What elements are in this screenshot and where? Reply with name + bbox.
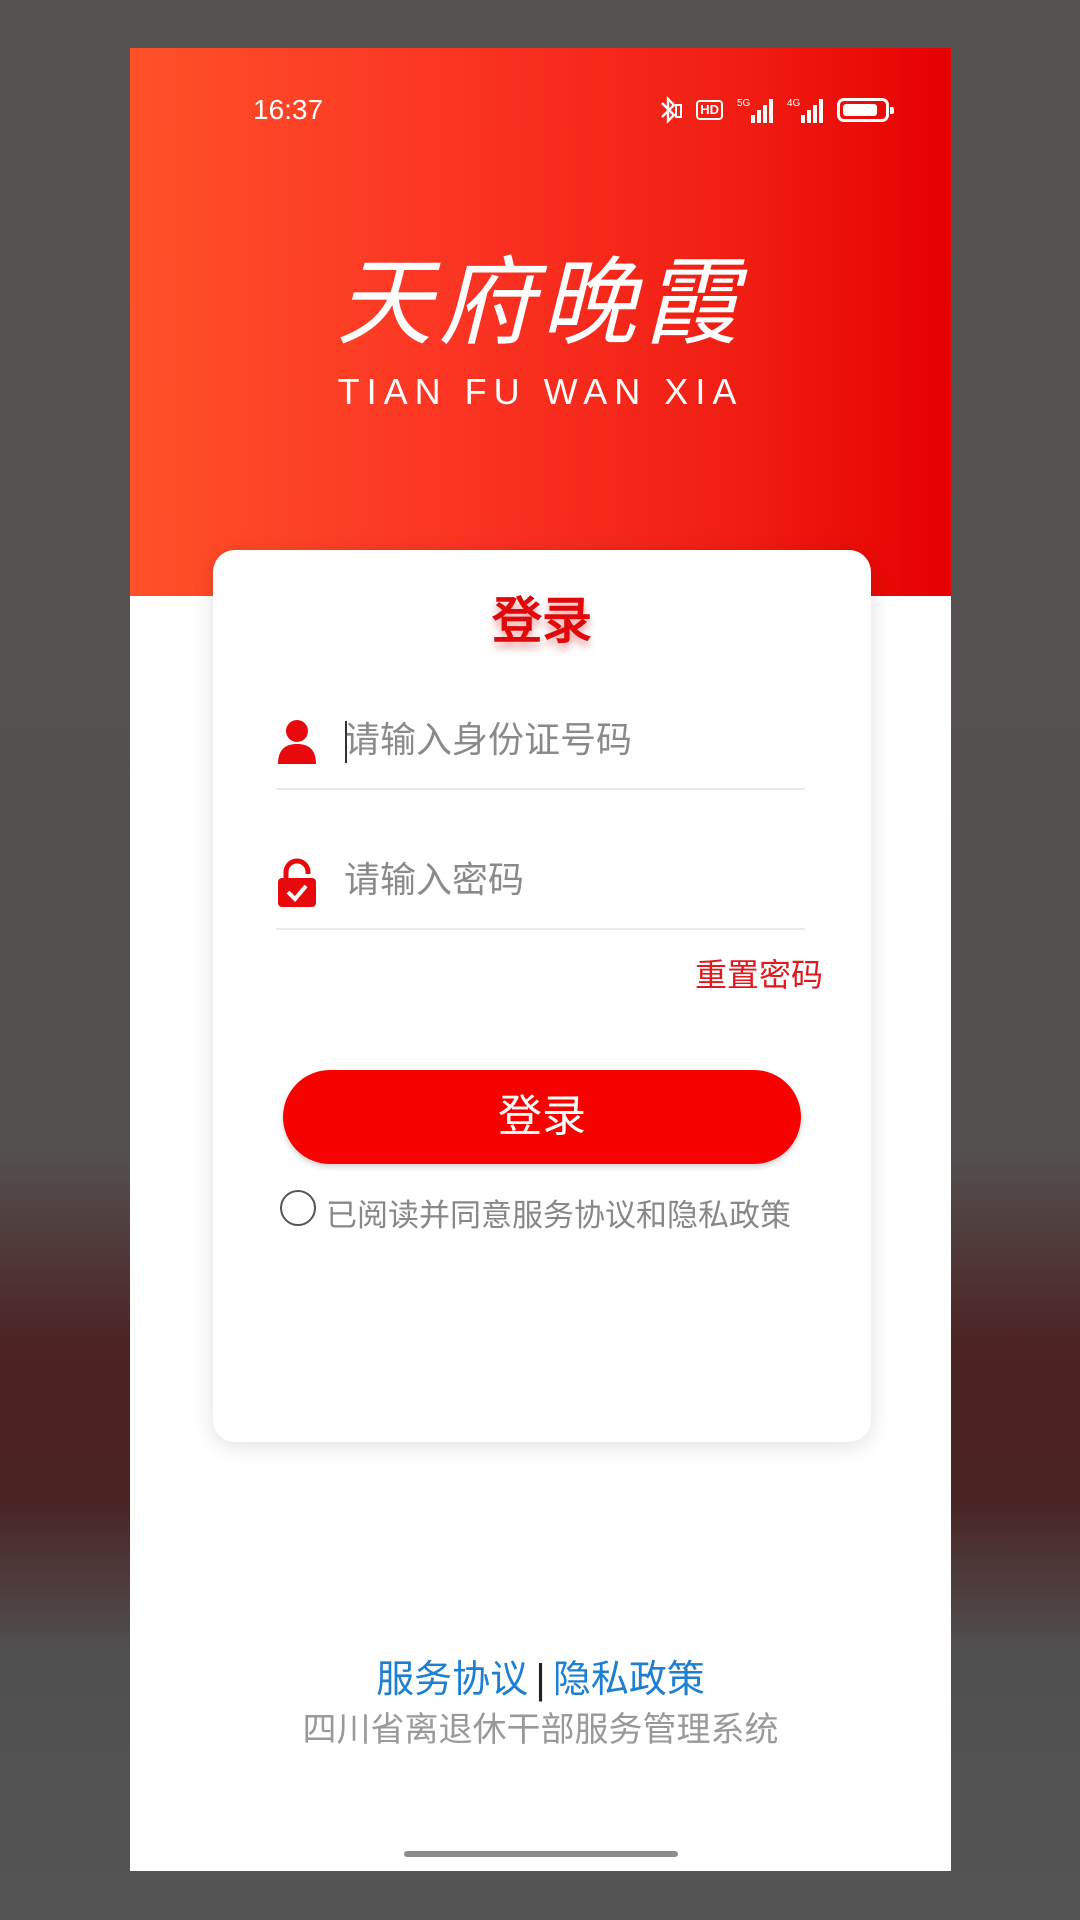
lock-icon [276, 858, 318, 907]
status-icons: HD 5G 4G [656, 92, 894, 128]
status-time: 16:37 [253, 94, 324, 125]
user-icon [276, 718, 318, 766]
text-cursor [345, 721, 347, 763]
agreement-text: 已阅读并同意服务协议和隐私政策 [326, 1198, 791, 1234]
service-agreement-link[interactable]: 服务协议 [376, 1657, 528, 1701]
brand-logo-english: TIAN FU WAN XIA [337, 371, 744, 412]
app-screen: 16:37 HD 5G 4G 天府晚霞 TIAN FU WAN XIA 登录 请… [130, 48, 951, 1871]
login-card: 登录 重置密码 登录 [213, 550, 871, 1442]
status-bar: 16:37 HD 5G 4G [130, 86, 951, 134]
signal-5g-icon: 5G [737, 97, 773, 123]
home-indicator[interactable] [404, 1851, 678, 1857]
bluetooth-icon [656, 95, 683, 125]
agreement-row: 已阅读并同意服务协议和隐私政策 [280, 1186, 791, 1234]
reset-password-link[interactable]: 重置密码 [695, 954, 823, 996]
battery-icon [837, 98, 894, 122]
svg-text:5G: 5G [737, 98, 751, 109]
login-button[interactable]: 登录 [283, 1070, 801, 1164]
organization-name: 四川省离退休干部服务管理系统 [302, 1710, 779, 1750]
brand-logo-chinese: 天府晚霞 [336, 247, 745, 359]
password-field [276, 840, 805, 930]
agreement-checkbox[interactable] [280, 1190, 316, 1226]
password-input[interactable] [344, 852, 794, 908]
id-number-field [276, 700, 805, 790]
id-number-input[interactable] [344, 712, 794, 768]
privacy-policy-link[interactable]: 隐私政策 [553, 1657, 705, 1701]
brand-header: 16:37 HD 5G 4G 天府晚霞 TIAN FU WAN XIA [130, 48, 951, 596]
footer-links: 服务协议 | 隐私政策 [130, 1654, 951, 1704]
signal-4g-icon: 4G [787, 97, 823, 123]
svg-text:4G: 4G [787, 98, 801, 109]
login-title: 登录 [492, 592, 592, 650]
footer-separator: | [534, 1657, 547, 1701]
hd-icon: HD [696, 100, 723, 120]
